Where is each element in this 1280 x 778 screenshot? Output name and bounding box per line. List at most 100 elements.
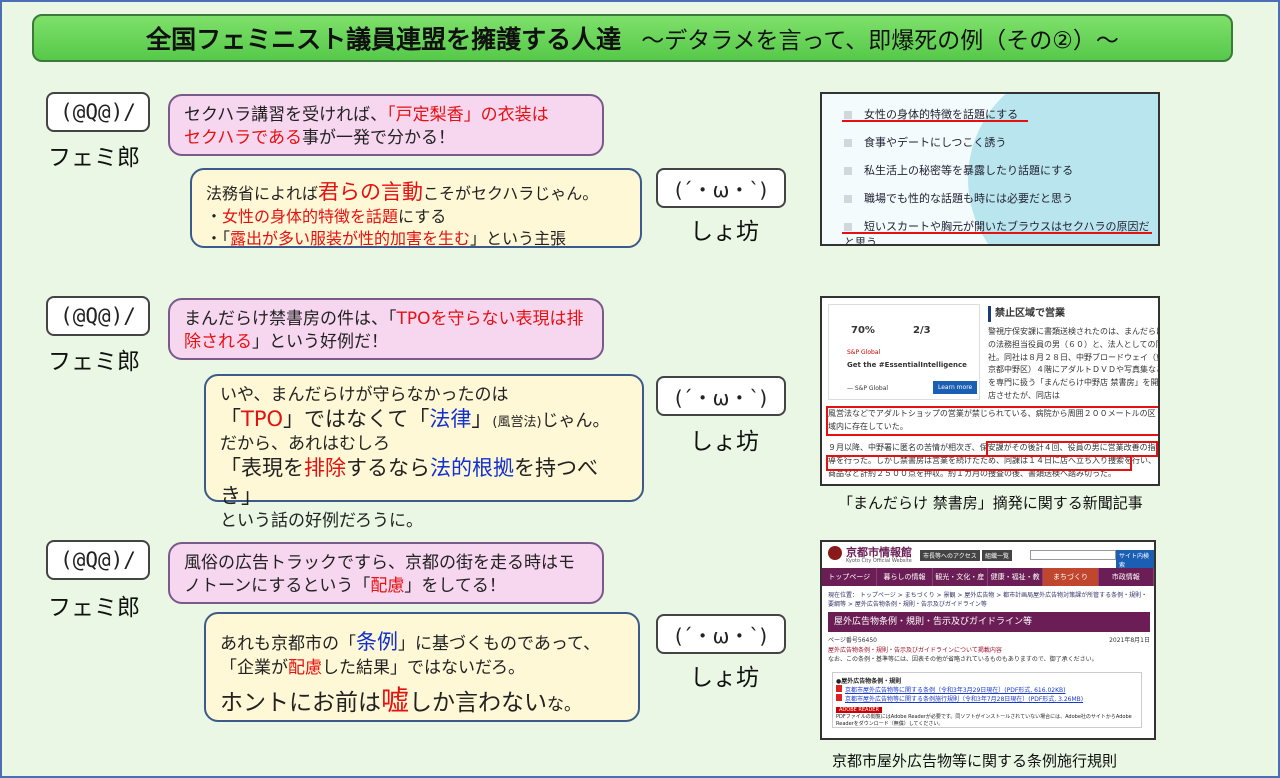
femi-bubble-2: まんだらけ禁書房の件は、「TPOを守らない表現は排除される」という好例だ！ [168, 298, 604, 360]
checklist-item: 職場でも性的な話題も時には必要だと思う [844, 190, 1073, 206]
sho1-l1a: 法務省によれば [206, 184, 319, 203]
sho3-l2c: した結果」ではないだろ。 [322, 658, 525, 679]
page-body: ページ番号56450 2021年8月1日 屋外広告物条例・規則・告示及びガイドラ… [828, 636, 1150, 665]
sho-face-3: (´・ω・`) [656, 614, 786, 654]
sho3-l2b: 配慮 [288, 658, 322, 679]
sho-name-2: しょ坊 [690, 429, 759, 455]
sho3-l3b: 嘘 [381, 684, 410, 718]
sho3-l1c: 」に基づくものであって、 [398, 634, 601, 654]
site-nav: トップページ 暮らしの情報 観光・文化・産業 健康・福祉・教育 まちづくり 市政… [822, 568, 1154, 599]
checklist-item: 食事やデートにしつこく誘う [844, 134, 1006, 150]
red-highlight-box [826, 455, 1132, 471]
sho2-l3a: だから、 [220, 434, 288, 455]
sho-bubble-2: いや、まんだらけが守らなかったのは 「TPO」ではなくて「法律」(風営法)じゃん… [204, 374, 644, 531]
sho2-l2g: じゃん。 [541, 411, 610, 432]
sho-bubble-1: 法務省によれば君らの言動こそがセクハラじゃん。 ・女性の身体的特徴を話題にする … [190, 168, 642, 248]
nav-item-life[interactable]: 暮らしの情報 [877, 568, 933, 586]
page-number: ページ番号56450 [828, 637, 877, 644]
femi1-text-c: セクハラである [184, 127, 302, 148]
article-body: 禁止区域で営業 警視庁保安課に書類送検されたのは、まんだらけの法務担当役員の男（… [988, 306, 1158, 403]
femi-name-3: フェミ郎 [48, 595, 140, 621]
breadcrumb: 現在位置： トップページ > まちづくり > 景観 > 屋外広告物 > 都市計画… [828, 592, 1148, 608]
site-search-button[interactable]: サイト内検索 [1116, 550, 1154, 570]
sho2-l2d: 法律 [429, 407, 472, 432]
red-highlight-box [826, 406, 1158, 436]
femi2-text-c: 」という好例だ！ [252, 331, 388, 352]
sho2-l3b: あれはむしろ [288, 434, 390, 455]
checklist-item: 私生活上の秘密等を暴露したり話題にする [844, 162, 1073, 178]
caption-news: 「まんだらけ 禁書房」摘発に関する新聞記事 [838, 494, 1143, 512]
nav-item-tourism[interactable]: 観光・文化・産業 [933, 568, 988, 599]
page-date: 2021年8月1日 [1109, 637, 1150, 644]
sho2-l5: という話の好例だろうに。 [220, 511, 423, 532]
site-header: 京都市情報館 Kyoto City Official Website 市長等への… [822, 542, 1154, 570]
sho2-l4a: 「表現を [220, 456, 304, 481]
femi-name-1: フェミ郎 [48, 145, 140, 171]
femi-bubble-1: セクハラ講習を受ければ、「戸定梨香」の衣装は セクハラである事が一発で分かる！ [168, 94, 604, 156]
pdf-icon [836, 694, 842, 701]
body-line1: 屋外広告物条例・規則・告示及びガイドラインについて掲載内容 [828, 646, 1002, 654]
ad-learn-more-button[interactable]: Learn more [933, 381, 978, 394]
sho3-l3a: ホントにお前は [220, 690, 381, 717]
sho1-l1c: こそがセクハラじゃん。 [423, 184, 599, 203]
org-list-button[interactable]: 組織一覧 [982, 550, 1013, 561]
sho2-l2f: (風営法) [492, 415, 542, 431]
sho2-l4c: するなら [346, 456, 430, 481]
pdf-link-ordinance[interactable]: 京都市屋外広告物等に関する条例（令和3年3月29日現在）(PDF形式, 616.… [845, 687, 1066, 694]
pdf-icon [836, 685, 842, 692]
adobe-reader-note: PDFファイルの閲覧にはAdobe Readerが必要です。同ソフトがインストー… [836, 714, 1132, 727]
sho3-l2a: 「企業が [220, 658, 288, 679]
nav-item-top[interactable]: トップページ [822, 568, 878, 586]
section-heading: ●屋外広告物条例・規則 [836, 678, 902, 685]
sho-name-3: しょ坊 [690, 665, 759, 691]
femi-face-3: (@Q@)/ [46, 540, 150, 580]
body-line2: なお、この条例・基準等には、因表その他が省略されているものもありますので、御了承… [828, 656, 1098, 664]
nav-item-health[interactable]: 健康・福祉・教育 [988, 568, 1044, 599]
ad-pct1: 70% [851, 325, 875, 336]
mayor-access-button[interactable]: 市長等へのアクセス [920, 550, 980, 561]
nav-item-govt[interactable]: 市政情報 [1099, 568, 1154, 586]
advertisement: 70% 2/3 S&P Global Get the #EssentialInt… [828, 304, 980, 400]
article-heading: 禁止区域で営業 [988, 306, 1158, 322]
pdf-link-rules[interactable]: 京都市屋外広告物等に関する条例施行規則（令和3年7月28日現在）(PDF形式, … [845, 696, 1083, 703]
femi-face-2: (@Q@)/ [46, 296, 150, 336]
femi1-text-a: セクハラ講習を受ければ、 [184, 105, 388, 125]
sho1-l2c: にする [398, 207, 447, 227]
news-article-image: 70% 2/3 S&P Global Get the #EssentialInt… [820, 296, 1160, 486]
sho1-l3c: 」という主張 [470, 228, 567, 248]
sho2-l2a: 「 [220, 407, 241, 432]
site-search-input[interactable] [1030, 550, 1116, 560]
title-sub: ～デタラメを言って、即爆死の例（その②）～ [641, 28, 1119, 54]
femi3-text-c: 」をしてる！ [404, 575, 506, 596]
page-title: 全国フェミニスト議員連盟を擁護する人達 ～デタラメを言って、即爆死の例（その②）… [32, 14, 1233, 62]
sho3-l3c: しか言わない [409, 690, 548, 717]
sho1-l3b: 露出が多い服装が性的加害を生む [230, 228, 471, 248]
sho1-l1b: 君らの言動 [318, 180, 424, 204]
red-underline [842, 120, 1028, 122]
sho1-l2a: ・ [206, 207, 223, 227]
site-logo-en: Kyoto City Official Website [846, 558, 912, 564]
sho2-l1: いや、まんだらけが守らなかったのは [220, 385, 509, 405]
femi1-text-b: 「戸定梨香」の衣装は [387, 105, 549, 125]
femi-face-1: (@Q@)/ [46, 92, 150, 132]
femi1-text-d: 事が一発で分かる！ [301, 127, 455, 148]
page-heading: 屋外広告物条例・規則・告示及びガイドライン等 [828, 612, 1150, 632]
sho2-l2b: TPO [241, 407, 284, 432]
title-main: 全国フェミニスト議員連盟を擁護する人達 [146, 25, 622, 54]
sho1-l2b: 女性の身体的特徴を話題 [222, 207, 399, 227]
sho1-l3a: ・「 [206, 228, 231, 248]
sho3-l1a: あれも京都市の「 [220, 634, 356, 654]
caption-kyoto: 京都市屋外広告物等に関する条例施行規則 [832, 752, 1118, 770]
ordinance-box: ●屋外広告物条例・規則 京都市屋外広告物等に関する条例（令和3年3月29日現在）… [832, 672, 1142, 728]
city-emblem-icon [828, 546, 842, 560]
sho2-l4b: 排除 [304, 456, 346, 481]
sho2-l2e: 」 [471, 407, 493, 432]
femi3-text-b: 配慮 [370, 575, 405, 596]
ad-brand: S&P Global [847, 349, 881, 356]
nav-item-town[interactable]: まちづくり [1043, 568, 1099, 586]
femi2-text-a: まんだらけ禁書房の件は、「 [184, 309, 397, 329]
sho2-l2c: 」ではなくて「 [283, 407, 430, 432]
ad-tagline: Get the #EssentialIntelligence [847, 361, 967, 369]
ad-pct2: 2/3 [913, 325, 931, 336]
sho-name-1: しょ坊 [690, 219, 759, 245]
